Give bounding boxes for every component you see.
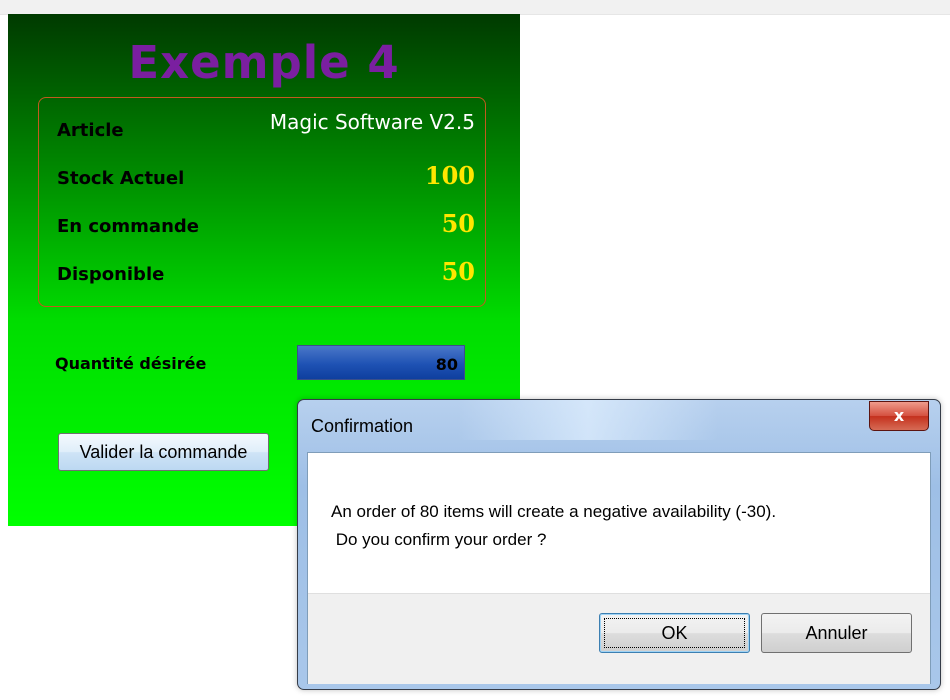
ok-button[interactable]: OK (599, 613, 750, 653)
close-button[interactable]: x (869, 401, 929, 431)
validate-order-button[interactable]: Valider la commande (58, 433, 269, 471)
top-strip (0, 0, 950, 15)
stock-value: 100 (424, 161, 475, 190)
dialog-button-area: OK Annuler (308, 593, 930, 684)
form-title: Exemple 4 (128, 36, 400, 89)
confirmation-dialog: Confirmation x An order of 80 items will… (297, 399, 941, 690)
message-line-2: Do you confirm your order ? (331, 530, 547, 549)
article-label: Article (57, 120, 124, 141)
close-icon: x (893, 406, 905, 425)
message-line-1: An order of 80 items will create a negat… (331, 502, 777, 521)
available-value: 50 (441, 257, 475, 286)
stock-label: Stock Actuel (57, 168, 185, 189)
message-area: An order of 80 items will create a negat… (308, 453, 930, 593)
dialog-body: An order of 80 items will create a negat… (307, 452, 931, 684)
dialog-title: Confirmation (311, 416, 414, 436)
focus-rectangle (604, 618, 745, 648)
cancel-button-label: Annuler (805, 623, 868, 643)
article-info-box: Article Magic Software V2.5 Stock Actuel… (38, 97, 486, 307)
cancel-button[interactable]: Annuler (761, 613, 912, 653)
title-bar-glow (458, 400, 718, 440)
quantity-label: Quantité désirée (55, 354, 207, 373)
on-order-label: En commande (57, 216, 199, 237)
available-label: Disponible (57, 264, 165, 285)
article-value: Magic Software V2.5 (269, 110, 475, 134)
on-order-value: 50 (441, 209, 475, 238)
quantity-input[interactable]: 80 (297, 345, 465, 380)
